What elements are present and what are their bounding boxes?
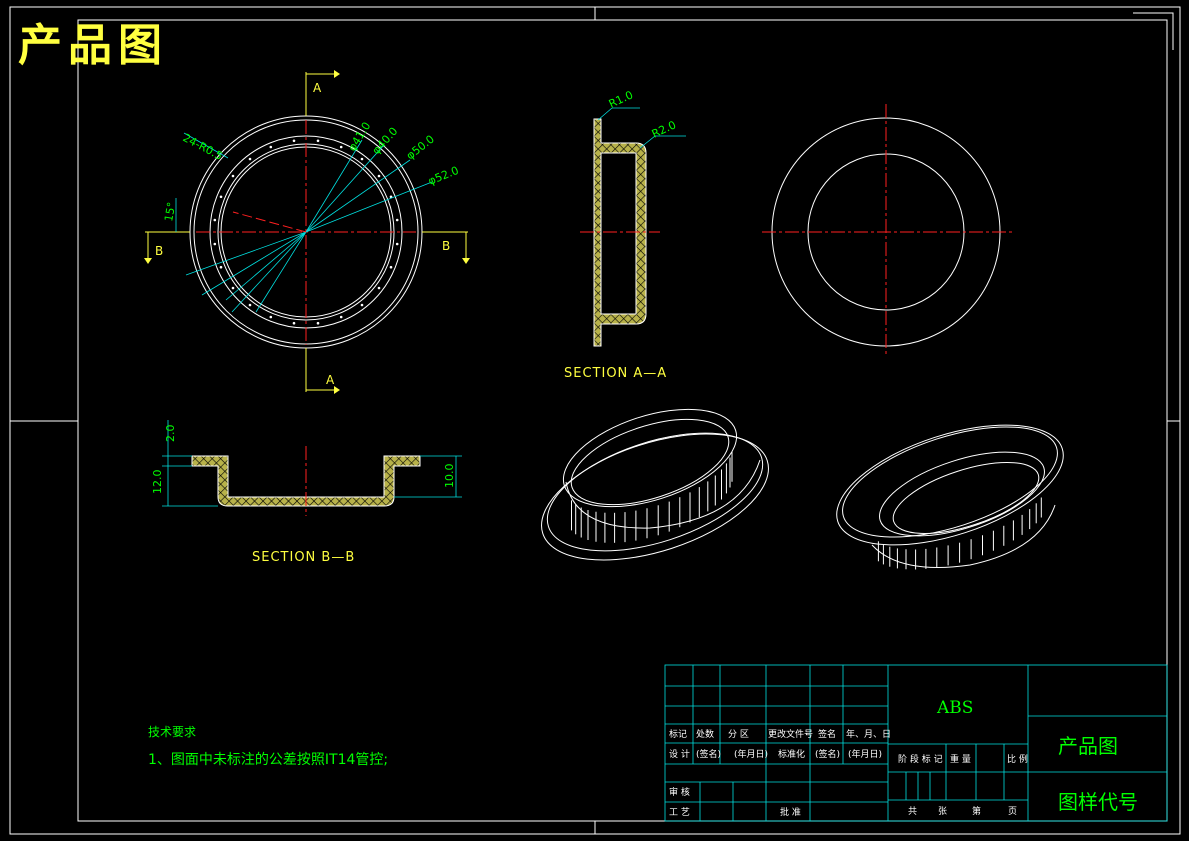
tb-stage-1: 重 量 <box>950 753 971 765</box>
tech-notes-heading: 技术要求 <box>148 725 196 739</box>
dim-h-flange: 2.0 <box>164 425 177 443</box>
drawing-sheet: 产品图 A A B B 24-R0.5 15° φ41.0 φ40.0 φ50.… <box>9 6 1181 835</box>
cut-label-a-bottom: A <box>326 373 335 387</box>
tb-row-label-4: 签名 <box>818 728 836 740</box>
tb-design-5: (年月日) <box>848 748 882 760</box>
rib-dot <box>231 286 235 290</box>
tb-design-4: (签名) <box>815 748 840 760</box>
tb-design-3: 标准化 <box>778 748 805 760</box>
rib-dot <box>292 321 296 325</box>
dim-holes: 24-R0.5 <box>181 131 225 163</box>
tb-drawing-code: 图样代号 <box>1058 790 1138 814</box>
tb-row-label-3: 更改文件号 <box>768 728 813 740</box>
rib-dot <box>395 242 399 246</box>
iso-view-bottom <box>836 424 1064 570</box>
tb-row-label-0: 标记 <box>669 728 687 740</box>
tb-row-label-2: 分 区 <box>728 729 749 740</box>
tb-sheets-1: 张 <box>938 806 947 817</box>
rib-dot <box>360 157 364 161</box>
rib-dot <box>292 139 296 143</box>
tb-review: 审 核 <box>669 786 690 798</box>
dim-h-total: 12.0 <box>151 470 164 495</box>
tb-row-label-1: 处数 <box>696 728 714 740</box>
section-a-a: R1.0 R2.0 SECTION A—A <box>564 88 686 381</box>
section-b-b-label: SECTION B—B <box>252 550 355 565</box>
rib-dot <box>377 174 381 178</box>
rib-dot <box>339 145 343 149</box>
dim-r1: R1.0 <box>607 88 635 110</box>
tb-sheets-3: 页 <box>1008 806 1017 817</box>
tb-sheets-0: 共 <box>908 806 917 817</box>
iso-bottom-ribs <box>877 497 1042 570</box>
dim-h-inner: 10.0 <box>443 464 456 489</box>
tb-sheets-2: 第 <box>972 805 981 817</box>
rib-dot <box>248 303 252 307</box>
rib-dot <box>339 315 343 319</box>
dim-r2: R2.0 <box>650 118 678 140</box>
rib-dot <box>231 174 235 178</box>
cut-label-b-left: B <box>155 244 163 258</box>
tb-row-label-5: 年、月、日 <box>846 728 891 740</box>
rib-dot <box>248 157 252 161</box>
rib-dot <box>316 321 320 325</box>
iso-top-ribs <box>571 451 733 543</box>
tb-drawing-name: 产品图 <box>1058 734 1118 758</box>
rib-dot <box>219 265 223 269</box>
page-title: 产品图 <box>18 20 168 71</box>
rib-dot <box>389 265 393 269</box>
cut-label-b-right: B <box>442 239 450 253</box>
iso-view-top <box>541 408 769 561</box>
rib-dot <box>219 195 223 199</box>
rib-dot <box>360 303 364 307</box>
tb-design-2: (年月日) <box>734 748 768 760</box>
rib-dot <box>395 218 399 222</box>
rib-dot <box>213 218 217 222</box>
dim-d4: φ52.0 <box>426 164 460 188</box>
tb-approve: 批 准 <box>780 806 801 818</box>
rib-dot <box>213 242 217 246</box>
top-view: A A B B 24-R0.5 15° φ41.0 φ40.0 φ50.0 φ5… <box>144 70 470 394</box>
cut-label-a-top: A <box>313 81 322 95</box>
tb-stage-0: 阶 段 标 记 <box>898 753 943 765</box>
tb-design-1: (签名) <box>696 748 721 760</box>
rib-dot <box>269 315 273 319</box>
rib-dot <box>269 145 273 149</box>
tb-stage-2: 比 例 <box>1007 753 1028 765</box>
rib-dot <box>377 286 381 290</box>
rib-dot <box>316 139 320 143</box>
bottom-view <box>762 104 1012 356</box>
tb-process: 工 艺 <box>669 807 690 818</box>
section-b-b: 2.0 12.0 10.0 SECTION B—B <box>151 420 462 565</box>
tb-material: ABS <box>936 698 973 718</box>
tech-notes: 技术要求 1、图面中未标注的公差按照IT14管控; <box>148 725 388 768</box>
tech-notes-line1: 1、图面中未标注的公差按照IT14管控; <box>148 752 388 768</box>
dim-d3: φ50.0 <box>404 133 437 163</box>
section-a-a-label: SECTION A—A <box>564 366 667 381</box>
tb-design-0: 设 计 <box>669 748 690 760</box>
